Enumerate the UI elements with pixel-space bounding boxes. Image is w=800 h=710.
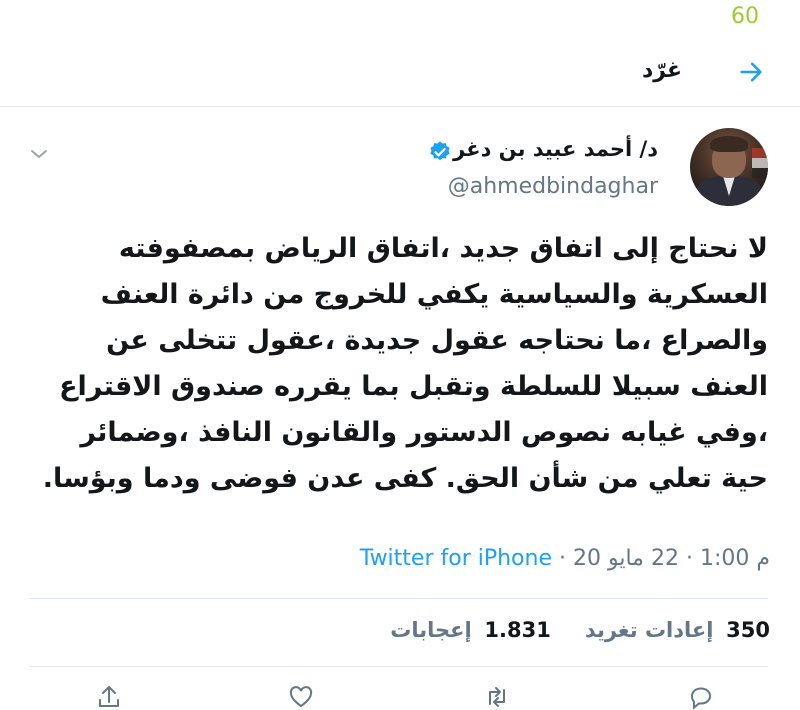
chevron-down-icon[interactable] xyxy=(29,146,49,162)
likes-count: 1.831 xyxy=(484,618,551,642)
likes-label: إعجابات xyxy=(390,618,472,642)
share-icon[interactable] xyxy=(96,684,122,710)
meta-separator: · xyxy=(685,546,693,571)
retweet-icon[interactable] xyxy=(484,684,510,710)
avatar[interactable] xyxy=(690,128,768,206)
header-divider xyxy=(0,106,800,107)
retweets-count: 350 xyxy=(726,618,770,642)
likes-stat[interactable]: 1.831 إعجابات xyxy=(390,618,551,642)
divider xyxy=(30,598,768,599)
verified-badge-icon xyxy=(430,141,450,161)
tweet-meta: 1:00 م · 22 مايو 20 · Twitter for iPhone xyxy=(360,546,770,571)
reply-icon[interactable] xyxy=(688,684,714,710)
tweet-date: 22 مايو 20 xyxy=(573,546,679,571)
meta-separator: · xyxy=(559,546,566,571)
tweet-source-link[interactable]: Twitter for iPhone xyxy=(360,546,552,571)
author-name[interactable]: د/ أحمد عبيد بن دغر xyxy=(453,137,658,161)
back-button[interactable] xyxy=(734,55,768,89)
tweet-stats: 350 إعادات تغريد 1.831 إعجابات xyxy=(390,618,770,642)
app-header: غرّد xyxy=(0,40,800,106)
page-title: غرّد xyxy=(641,58,682,83)
like-icon[interactable] xyxy=(288,684,314,710)
tweet-text: لا نحتاج إلى اتفاق جديد ،اتفاق الرياض بم… xyxy=(42,233,768,494)
arrow-right-icon xyxy=(740,62,762,82)
author-handle[interactable]: @ahmedbindaghar xyxy=(448,174,658,199)
status-counter: 60 xyxy=(731,4,759,29)
divider xyxy=(30,666,768,667)
retweets-label: إعادات تغريد xyxy=(584,618,714,642)
retweets-stat[interactable]: 350 إعادات تغريد xyxy=(585,618,770,642)
tweet-time: 1:00 م xyxy=(699,546,770,571)
